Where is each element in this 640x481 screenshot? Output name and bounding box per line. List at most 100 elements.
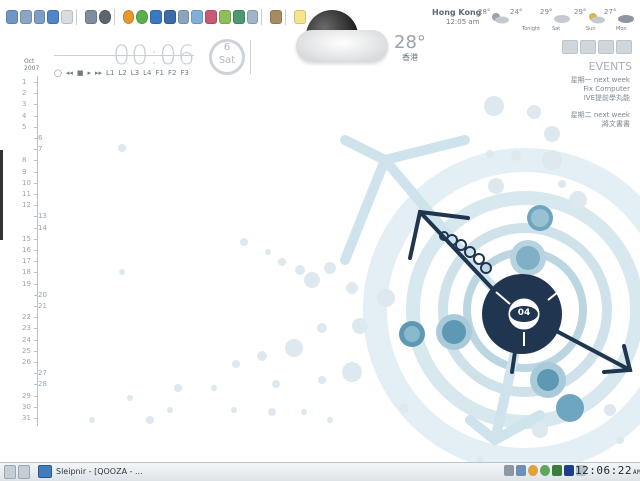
calendar-day[interactable]: 28 [38,380,47,388]
clock-control-f3[interactable]: F3 [180,69,188,77]
calendar-day[interactable]: 8 [22,156,26,164]
network-tray-icon[interactable] [516,465,526,476]
clock-control-l2[interactable]: L2 [118,69,126,77]
calendar-day[interactable]: 23 [22,324,31,332]
calendar-day[interactable]: 25 [22,347,31,355]
clock-control-l4[interactable]: L4 [143,69,151,77]
calendar-day[interactable]: 5 [22,123,26,131]
moon-cloud-icon [492,13,509,24]
network-icon[interactable] [33,10,46,24]
calendar-day[interactable]: 20 [38,291,47,299]
events-button-2[interactable] [580,40,596,54]
calendar-day[interactable]: 19 [22,280,31,288]
calendar-day[interactable]: 11 [22,190,31,198]
clock-control-f1[interactable]: F1 [155,69,163,77]
calendar-day[interactable]: 21 [38,302,47,310]
stopwatch-icon[interactable]: ◯ [54,69,62,77]
calendar-day[interactable]: 15 [22,235,31,243]
events-button-1[interactable] [562,40,578,54]
media-icon[interactable] [163,10,176,24]
folder-icon[interactable] [19,10,32,24]
calendar-tick [34,149,38,151]
paint-icon[interactable] [205,10,218,24]
monitor-icon[interactable] [47,10,60,24]
forecast-temp: 29° [540,8,553,16]
calendar-day[interactable]: 1 [22,78,26,86]
clock-day-number: 6 [223,42,231,53]
people-icon[interactable] [232,10,245,24]
calendar-day[interactable]: 9 [22,168,26,176]
event-item[interactable]: 星期一 next week Fix Computer IVE提前學丸能 [560,76,630,103]
calendar-day[interactable]: 16 [22,246,31,254]
calendar-day[interactable]: 30 [22,403,31,411]
clock-vertical-line [250,40,251,74]
chart-icon[interactable] [219,10,231,24]
green-globe-icon[interactable] [136,10,149,24]
calendar-day[interactable]: 17 [22,257,31,265]
forward-icon[interactable]: ▸▸ [95,69,102,77]
taskbar-app-title: Sleipnir - [QOOZA - ... [56,467,143,476]
calendar-day[interactable]: 12 [22,201,31,209]
orange-globe-icon[interactable] [122,10,135,24]
calendar-tick [34,216,38,218]
pencil-icon[interactable] [61,10,73,24]
event-day: 星期一 next week [570,76,630,84]
rewind-icon[interactable]: ◂◂ [66,69,73,77]
calendar-day[interactable]: 7 [38,145,42,153]
calendar-day[interactable]: 6 [38,134,42,142]
calendar-tick [34,250,38,251]
keyboard-icon[interactable] [504,465,514,476]
calendar-tick [34,238,38,240]
sun-tray-icon[interactable] [528,465,538,476]
disc-icon[interactable] [98,10,111,24]
calendar-day[interactable]: 4 [22,112,26,120]
document-icon[interactable] [6,10,18,24]
calendar-day[interactable]: 18 [22,268,31,276]
calendar-day[interactable]: 2 [22,89,26,97]
calendar-tick [34,138,38,139]
clock-control-l3[interactable]: L3 [131,69,139,77]
events-button-4[interactable] [616,40,632,54]
stop-icon[interactable]: ■ [77,69,84,77]
clock-control-l1[interactable]: L1 [106,69,114,77]
calendar-day[interactable]: 26 [22,358,31,366]
quick-launch-toolbar [6,7,307,27]
toolbar-separator [261,9,267,25]
taskbar-app-sleipnir[interactable]: Sleipnir - [QOOZA - ... [38,465,178,478]
user-icon[interactable] [552,465,562,476]
forecast-updated: 12:05 am [446,18,480,26]
quick-launch-button[interactable] [18,465,30,479]
recycle-bin-icon[interactable] [246,10,259,24]
chat-icon[interactable] [191,10,204,24]
calendar-day[interactable]: 14 [38,224,47,232]
taskbar-left-tray [4,465,30,479]
calendar-day[interactable]: 10 [22,179,31,187]
events-button-3[interactable] [598,40,614,54]
mail-icon[interactable] [177,10,190,24]
event-item[interactable]: 星期二 next week 將文書書 [560,111,630,129]
calendar-day[interactable]: 24 [22,336,31,344]
taskbar-ampm: AM [632,469,640,476]
calendar-day[interactable]: 22 [22,313,31,321]
tools-icon[interactable] [84,10,97,24]
calendar-tick [34,317,38,319]
sidebar-handle[interactable] [0,150,3,240]
messenger-icon[interactable] [540,465,550,476]
calendar-tick [34,362,38,363]
event-line: 將文書書 [602,120,630,128]
notebook-icon[interactable] [270,10,283,24]
calendar-day[interactable]: 31 [22,414,31,422]
show-desktop-button[interactable] [4,465,16,479]
forecast-day: Mon [616,26,627,32]
calendar-day[interactable]: 13 [38,212,47,220]
calendar-day[interactable]: 27 [38,369,47,377]
clock-control-f2[interactable]: F2 [168,69,176,77]
info-icon[interactable] [564,465,574,476]
artwork-center-label: 04 [517,308,531,318]
calendar-tick [34,104,38,106]
taskbar-clock[interactable]: 12:06:22AM [575,464,640,477]
browser-icon[interactable] [150,10,162,24]
calendar-day[interactable]: 29 [22,392,31,400]
play-icon[interactable]: ▸ [88,69,92,77]
calendar-day[interactable]: 3 [22,100,26,108]
